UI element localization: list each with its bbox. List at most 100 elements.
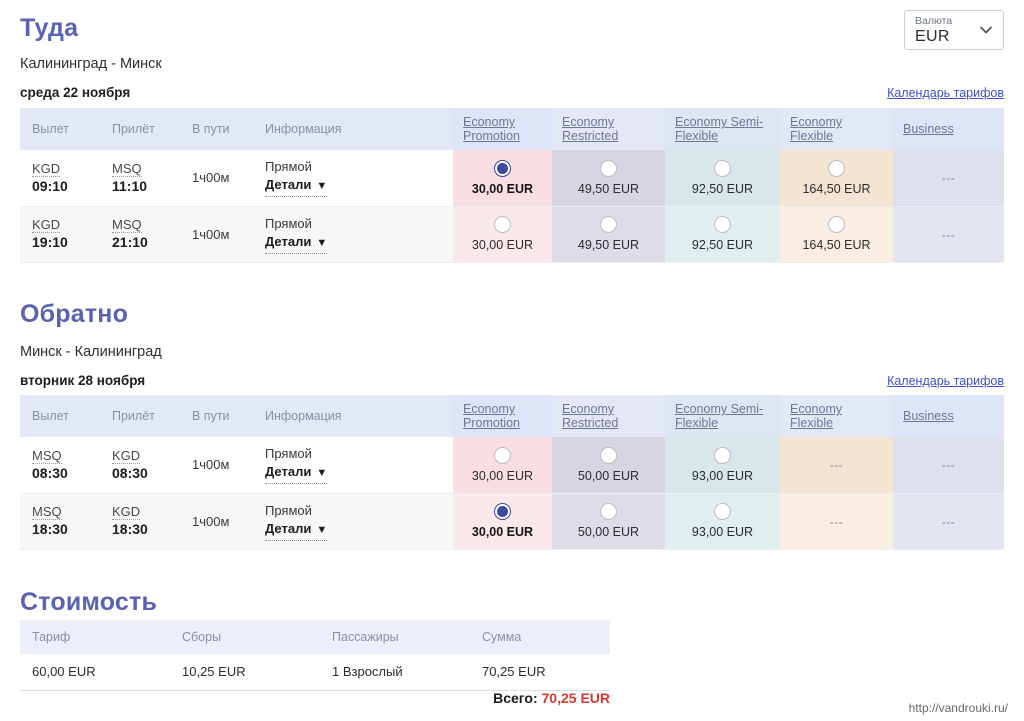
inbound-header-row: Вылет Прилёт В пути Информация Economy P… — [20, 395, 1004, 437]
outbound-fare-calendar-link[interactable]: Календарь тарифов — [887, 86, 1004, 100]
fare-cell-business: --- — [893, 150, 1004, 207]
fare-cell-economy-semi-flexible[interactable]: 92,50 EUR — [665, 206, 780, 263]
arrival-cell: KGD 18:30 — [100, 493, 180, 550]
inbound-title: Обратно — [20, 300, 129, 328]
arrival-airport-code: KGD — [112, 447, 141, 464]
details-toggle[interactable]: Детали ▼ — [265, 519, 328, 541]
fare-radio-economy-restricted[interactable] — [600, 503, 617, 520]
fare-radio-economy-promotion[interactable] — [494, 216, 511, 233]
fare-header-line2: Restricted — [562, 416, 619, 430]
fare-cell-economy-flexible[interactable]: 164,50 EUR — [780, 150, 893, 207]
flight-row: MSQ 18:30 KGD 18:30 1ч00м Прямой Детали ▼ 30,00 … — [20, 493, 1004, 550]
arrival-time: 21:10 — [112, 234, 148, 250]
duration-value: 1ч00м — [192, 170, 230, 186]
fare-unavailable: --- — [829, 458, 844, 473]
inbound-rows: MSQ 08:30 KGD 08:30 1ч00м Прямой Детали ▼ 30,00 … — [20, 437, 1004, 550]
fare-price: 164,50 EUR — [802, 181, 871, 196]
flight-type-label: Прямой — [265, 446, 312, 462]
fare-cell-economy-restricted[interactable]: 50,00 EUR — [552, 493, 665, 550]
fare-radio-economy-restricted[interactable] — [600, 446, 617, 464]
cost-header-row: Тариф Сборы Пассажиры Сумма — [20, 620, 610, 654]
total-label: Всего: — [493, 690, 538, 706]
duration-cell: 1ч00м — [180, 493, 253, 550]
chevron-down-icon: ▼ — [316, 467, 328, 480]
col-header-fare-economy-promotion[interactable]: Economy Promotion — [453, 395, 552, 437]
fare-cell-economy-semi-flexible[interactable]: 93,00 EUR — [665, 437, 780, 494]
watermark: http://vandrouki.ru/ — [908, 701, 1008, 715]
fare-header-line1: Economy — [790, 115, 843, 129]
fare-radio-economy-restricted[interactable] — [600, 216, 617, 233]
details-toggle[interactable]: Детали ▼ — [265, 232, 328, 254]
fare-cell-business: --- — [893, 437, 1004, 494]
inbound-route: Минск - Калининград — [20, 344, 162, 360]
fare-radio-economy-flexible[interactable] — [828, 159, 845, 177]
cost-value-fare: 60,00 EUR — [20, 654, 170, 691]
info-cell: Прямой Детали ▼ — [253, 493, 453, 550]
chevron-down-icon — [980, 26, 992, 34]
departure-time: 19:10 — [32, 234, 68, 250]
fare-radio-economy-semi-flexible[interactable] — [714, 216, 731, 233]
cost-title: Стоимость — [20, 588, 158, 616]
details-toggle[interactable]: Детали ▼ — [265, 175, 328, 198]
inbound-fare-calendar-link[interactable]: Календарь тарифов — [887, 374, 1004, 388]
col-header-fare-economy-semi-flexible[interactable]: Economy Semi- Flexible — [665, 108, 780, 150]
cost-col-taxes: Сборы — [170, 620, 320, 654]
col-header-departure: Вылет — [20, 108, 100, 150]
fare-radio-economy-promotion[interactable] — [494, 159, 511, 177]
chevron-down-icon: ▼ — [316, 523, 328, 536]
currency-selector[interactable]: Валюта EUR — [904, 10, 1004, 50]
fare-cell-economy-restricted[interactable]: 49,50 EUR — [552, 206, 665, 263]
departure-time: 18:30 — [32, 521, 68, 537]
arrival-time: 11:10 — [112, 177, 148, 194]
info-cell: Прямой Детали ▼ — [253, 437, 453, 494]
col-header-fare-economy-flexible[interactable]: Economy Flexible — [780, 395, 893, 437]
flight-row: MSQ 08:30 KGD 08:30 1ч00м Прямой Детали ▼ 30,00 … — [20, 437, 1004, 494]
outbound-header-row: Вылет Прилёт В пути Информация Economy P… — [20, 108, 1004, 150]
fare-radio-economy-semi-flexible[interactable] — [714, 446, 731, 464]
departure-time: 08:30 — [32, 464, 68, 481]
col-header-arrival: Прилёт — [100, 395, 180, 437]
inbound-date: вторник 28 ноября — [20, 373, 146, 388]
info-cell: Прямой Детали ▼ — [253, 150, 453, 207]
col-header-fare-business[interactable]: Business — [893, 108, 1004, 150]
fare-cell-economy-promotion[interactable]: 30,00 EUR — [453, 150, 552, 207]
fare-cell-economy-semi-flexible[interactable]: 93,00 EUR — [665, 493, 780, 550]
col-header-fare-economy-flexible[interactable]: Economy Flexible — [780, 108, 893, 150]
fare-cell-economy-promotion[interactable]: 30,00 EUR — [453, 437, 552, 494]
col-header-duration: В пути — [180, 108, 253, 150]
col-header-fare-business[interactable]: Business — [893, 395, 1004, 437]
fare-price: 30,00 EUR — [471, 238, 534, 252]
departure-cell: MSQ 08:30 — [20, 437, 100, 494]
fare-cell-economy-promotion[interactable]: 30,00 EUR — [453, 206, 552, 263]
col-header-fare-economy-promotion[interactable]: Economy Promotion — [453, 108, 552, 150]
fare-cell-economy-restricted[interactable]: 49,50 EUR — [552, 150, 665, 207]
fare-price: 164,50 EUR — [802, 238, 871, 252]
departure-airport-code: MSQ — [32, 447, 62, 464]
col-header-fare-economy-restricted[interactable]: Economy Restricted — [552, 395, 665, 437]
flight-type-label: Прямой — [265, 215, 312, 231]
fare-cell-business: --- — [893, 493, 1004, 550]
fare-radio-economy-semi-flexible[interactable] — [714, 503, 731, 520]
fare-radio-economy-semi-flexible[interactable] — [714, 159, 731, 177]
fare-radio-economy-flexible[interactable] — [828, 216, 845, 233]
fare-radio-economy-restricted[interactable] — [600, 159, 617, 177]
fare-cell-economy-flexible: --- — [780, 493, 893, 550]
fare-cell-economy-restricted[interactable]: 50,00 EUR — [552, 437, 665, 494]
total-value: 70,25 EUR — [541, 690, 610, 706]
fare-cell-economy-promotion[interactable]: 30,00 EUR — [453, 493, 552, 550]
fare-radio-economy-promotion[interactable] — [494, 446, 511, 464]
fare-header-line1: Business — [903, 122, 954, 136]
fare-price: 49,50 EUR — [577, 238, 640, 252]
arrival-time: 08:30 — [112, 464, 148, 481]
fare-cell-economy-semi-flexible[interactable]: 92,50 EUR — [665, 150, 780, 207]
duration-value: 1ч00м — [192, 226, 230, 242]
departure-cell: MSQ 18:30 — [20, 493, 100, 550]
col-header-fare-economy-semi-flexible[interactable]: Economy Semi- Flexible — [665, 395, 780, 437]
fare-cell-economy-flexible[interactable]: 164,50 EUR — [780, 206, 893, 263]
cost-value-sum: 70,25 EUR — [470, 654, 610, 691]
col-header-fare-economy-restricted[interactable]: Economy Restricted — [552, 108, 665, 150]
fare-header-line2: Flexible — [675, 129, 719, 143]
fare-radio-economy-promotion[interactable] — [494, 503, 511, 520]
fare-price: 30,00 EUR — [471, 181, 534, 196]
details-toggle[interactable]: Детали ▼ — [265, 462, 328, 485]
